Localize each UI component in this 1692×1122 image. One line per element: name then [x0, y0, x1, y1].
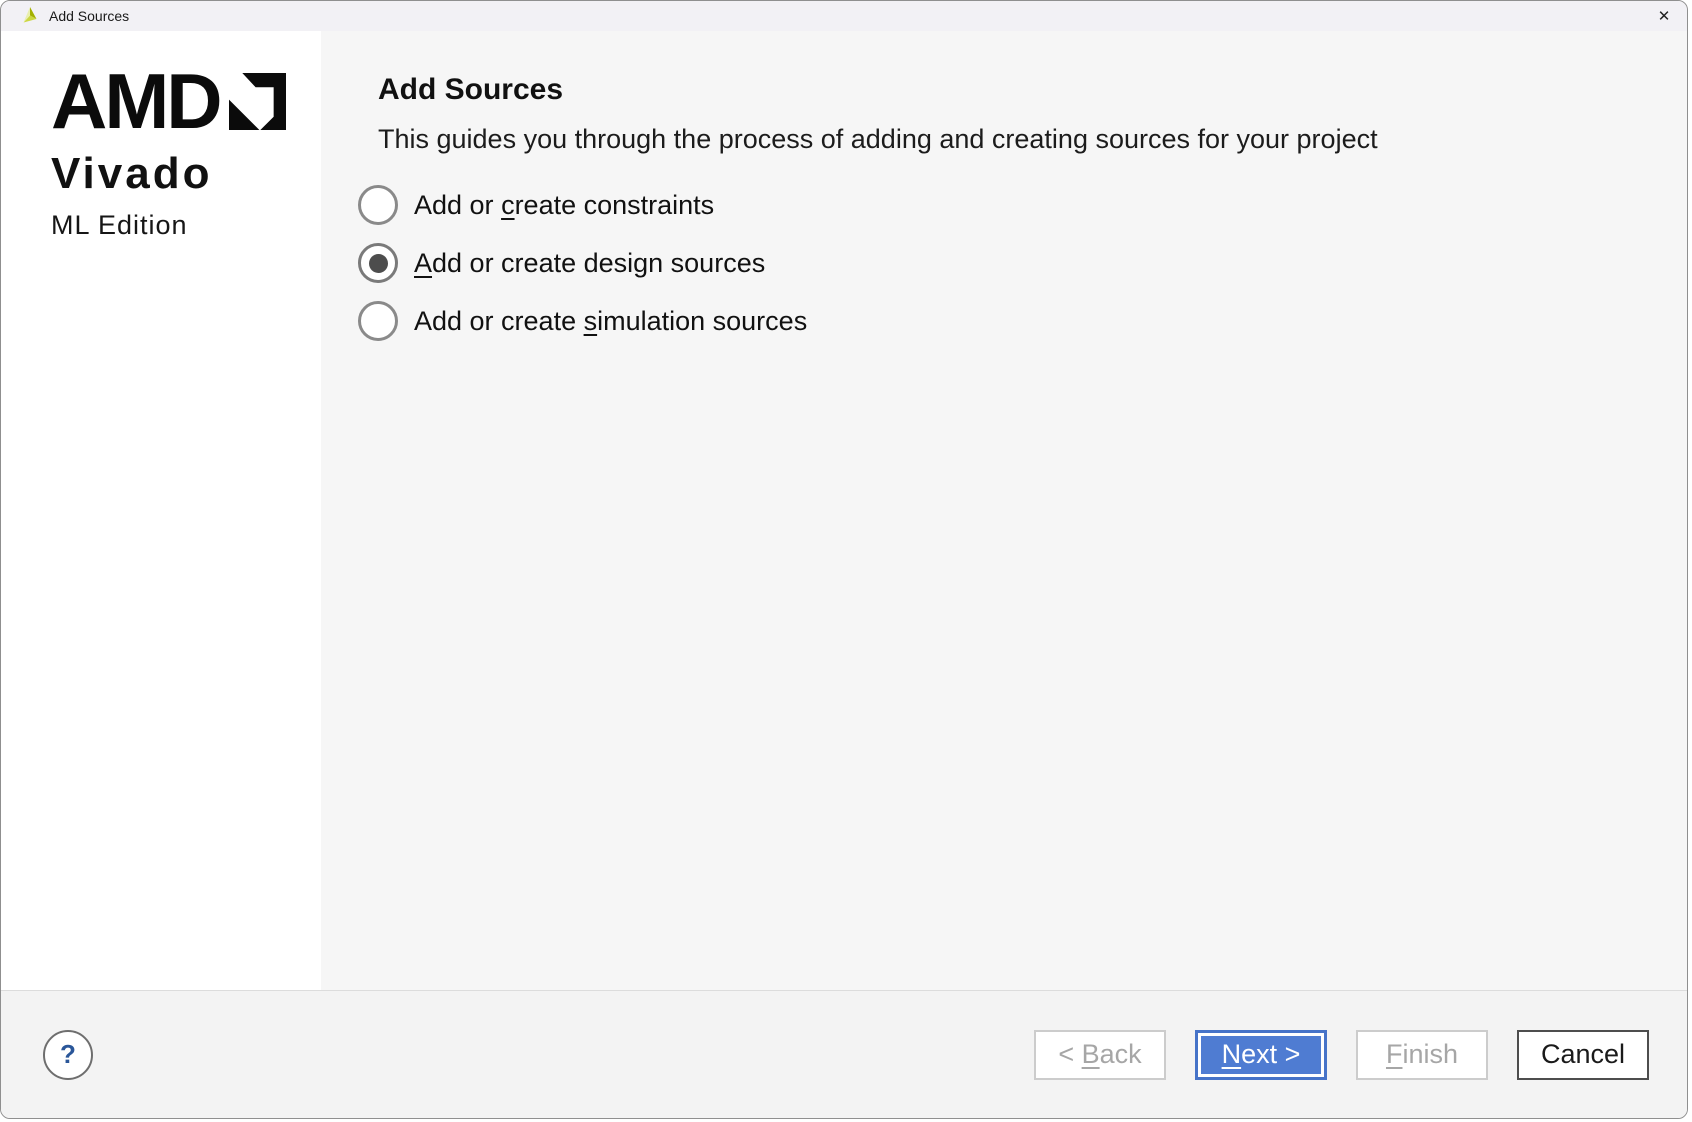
label-part: Add or create — [414, 306, 584, 336]
page-description: This guides you through the process of a… — [378, 123, 1627, 155]
source-type-options: Add or create constraints Add or create … — [358, 183, 1627, 343]
dialog-footer: ? < Back Next > Finish Cancel — [1, 990, 1687, 1118]
next-button[interactable]: Next > — [1195, 1030, 1327, 1080]
mnemonic-letter: s — [584, 306, 598, 336]
label-part: dd or create design sources — [432, 248, 765, 278]
label-part: Cancel — [1541, 1039, 1625, 1070]
cancel-button[interactable]: Cancel — [1517, 1030, 1649, 1080]
sidebar-branding: AMD Vivado ML Edition — [1, 31, 321, 990]
radio-label-constraints: Add or create constraints — [414, 190, 714, 221]
help-icon: ? — [60, 1039, 76, 1070]
label-part: ext > — [1241, 1039, 1300, 1070]
back-button[interactable]: < Back — [1034, 1030, 1166, 1080]
dialog-body: AMD Vivado ML Edition Add Sources This g… — [1, 31, 1687, 990]
mnemonic-letter: A — [414, 248, 432, 278]
vivado-wordmark: Vivado — [51, 149, 321, 199]
amd-logo: AMD — [51, 73, 321, 130]
radio-option-simulation-sources[interactable]: Add or create simulation sources — [358, 299, 1627, 343]
window-title: Add Sources — [49, 8, 129, 24]
vivado-logo-icon — [20, 6, 40, 26]
help-button[interactable]: ? — [43, 1030, 93, 1080]
label-part: < — [1058, 1039, 1081, 1070]
label-part: ack — [1100, 1039, 1142, 1070]
mnemonic-letter: c — [501, 190, 515, 220]
radio-circle-constraints[interactable] — [358, 185, 398, 225]
mnemonic-letter: N — [1222, 1039, 1242, 1070]
amd-arrow-icon — [229, 73, 286, 130]
label-part: inish — [1402, 1039, 1458, 1070]
radio-label-design-sources: Add or create design sources — [414, 248, 765, 279]
edition-label: ML Edition — [51, 210, 321, 241]
radio-option-constraints[interactable]: Add or create constraints — [358, 183, 1627, 227]
radio-circle-simulation-sources[interactable] — [358, 301, 398, 341]
titlebar[interactable]: Add Sources ✕ — [1, 1, 1687, 31]
amd-logo-text: AMD — [51, 73, 220, 130]
action-buttons: < Back Next > Finish Cancel — [1034, 1030, 1649, 1080]
mnemonic-letter: B — [1082, 1039, 1100, 1070]
page-title: Add Sources — [378, 73, 1627, 107]
label-part: reate constraints — [515, 190, 715, 220]
mnemonic-letter: F — [1386, 1039, 1403, 1070]
finish-button[interactable]: Finish — [1356, 1030, 1488, 1080]
label-part: Add or — [414, 190, 501, 220]
radio-option-design-sources[interactable]: Add or create design sources — [358, 241, 1627, 285]
close-button[interactable]: ✕ — [1641, 1, 1687, 31]
close-icon: ✕ — [1658, 7, 1671, 25]
radio-label-simulation-sources: Add or create simulation sources — [414, 306, 807, 337]
wizard-page: Add Sources This guides you through the … — [321, 31, 1687, 990]
label-part: imulation sources — [597, 306, 807, 336]
radio-circle-design-sources[interactable] — [358, 243, 398, 283]
add-sources-dialog: Add Sources ✕ AMD Vivado ML Edition Add … — [0, 0, 1688, 1119]
